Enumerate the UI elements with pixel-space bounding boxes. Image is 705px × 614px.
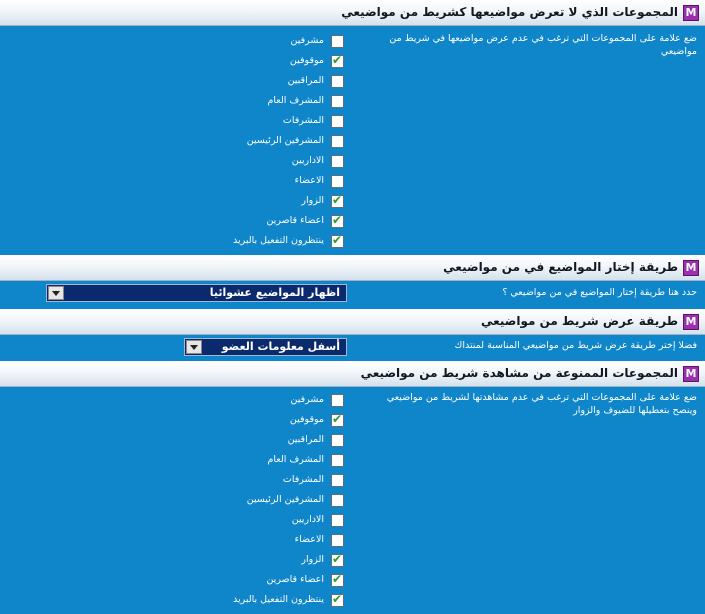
section-description: ضع علامة على المجموعات التي ترغب في عدم … [389, 33, 697, 57]
checkbox-label: الاعضاء [294, 175, 324, 186]
checkmark-icon: ✔ [332, 53, 343, 67]
checkbox-label: اعضاء قاصرين [266, 215, 324, 226]
group-checkbox[interactable]: ✔ [331, 494, 344, 507]
group-checkbox[interactable]: ✔ [331, 115, 344, 128]
checkmark-icon: ✔ [332, 213, 343, 227]
group-checkbox[interactable]: ✔ [331, 434, 344, 447]
group-checkbox[interactable]: ✔ [331, 233, 344, 248]
checkbox-label: المشرف العام [267, 454, 324, 465]
select-value: أسفل معلومات العضو [221, 340, 340, 353]
checkbox-label: الاداريين [291, 514, 324, 525]
dropdown-button[interactable] [186, 340, 202, 354]
checkbox-label: موقوفين [289, 55, 324, 66]
checkbox-label: ينتظرون التفعيل بالبريد [232, 235, 324, 246]
checkmark-icon: ✔ [332, 412, 343, 426]
checkmark-icon: ✔ [332, 233, 343, 247]
chevron-down-icon [52, 291, 60, 296]
checkbox-label: المشرفين الرئيسين [246, 135, 324, 146]
checkmark-icon: ✔ [332, 193, 343, 207]
checkbox-label: المشرف العام [267, 95, 324, 106]
group-checkbox[interactable]: ✔ [331, 412, 344, 427]
selection-method-select[interactable]: اظهار المواضيع عشوائيا [46, 284, 347, 302]
group-checkbox[interactable]: ✔ [331, 175, 344, 188]
section-title: طريقة عرض شريط من مواضيعي [480, 314, 678, 328]
group-checkbox[interactable]: ✔ [331, 552, 344, 567]
section-header-display-method: M طريقة عرض شريط من مواضيعي [0, 309, 705, 335]
checkbox-label: ينتظرون التفعيل بالبريد [232, 594, 324, 605]
section-title: المجموعات الممنوعة من مشاهدة شريط من موا… [360, 366, 678, 380]
group-checkbox[interactable]: ✔ [331, 155, 344, 168]
group-checkbox[interactable]: ✔ [331, 394, 344, 407]
forum-logo-icon: M [683, 5, 699, 21]
section-header-blocked-groups: M المجموعات الممنوعة من مشاهدة شريط من م… [0, 361, 705, 387]
settings-page: M المجموعات الذي لا تعرض مواضيعها كشريط … [0, 0, 705, 614]
checkbox-label: الزوار [301, 195, 324, 206]
section-header-selection-method: M طريقة إختار المواضيع في من مواضيعي [0, 255, 705, 281]
group-checkbox[interactable]: ✔ [331, 514, 344, 527]
checkmark-icon: ✔ [332, 572, 343, 586]
checkbox-label: الزوار [301, 554, 324, 565]
group-checkbox[interactable]: ✔ [331, 135, 344, 148]
group-checkbox[interactable]: ✔ [331, 35, 344, 48]
checkmark-icon: ✔ [332, 552, 343, 566]
forum-logo-icon: M [683, 260, 699, 276]
checkmark-icon: ✔ [332, 592, 343, 606]
group-checkbox[interactable]: ✔ [331, 193, 344, 208]
group-checkbox[interactable]: ✔ [331, 53, 344, 68]
section-title: طريقة إختار المواضيع في من مواضيعي [443, 260, 678, 274]
section-description: ضع علامة على المجموعات التي ترغب في عدم … [386, 392, 697, 416]
forum-logo-icon: M [683, 314, 699, 330]
checkbox-label: المشرفين الرئيسين [246, 494, 324, 505]
select-value: اظهار المواضيع عشوائيا [209, 286, 340, 299]
dropdown-button[interactable] [48, 286, 64, 300]
group-checkbox[interactable]: ✔ [331, 75, 344, 88]
checkbox-label: اعضاء قاصرين [266, 574, 324, 585]
group-checkbox[interactable]: ✔ [331, 572, 344, 587]
checkbox-label: المراقبين [287, 75, 324, 86]
section-description: فضلا إختر طريقة عرض شريط من مواضيعي المن… [454, 340, 697, 351]
group-checkbox[interactable]: ✔ [331, 95, 344, 108]
checkbox-label: المشرفات [282, 474, 324, 485]
group-checkbox[interactable]: ✔ [331, 534, 344, 547]
checkbox-label: موقوفين [289, 414, 324, 425]
chevron-down-icon [190, 345, 198, 350]
group-checkbox[interactable]: ✔ [331, 592, 344, 607]
section-title: المجموعات الذي لا تعرض مواضيعها كشريط من… [341, 5, 678, 19]
section-description: حدد هنا طريقة إختار المواضيع في من مواضي… [502, 287, 697, 298]
checkbox-label: المراقبين [287, 434, 324, 445]
group-checkbox[interactable]: ✔ [331, 474, 344, 487]
display-method-select[interactable]: أسفل معلومات العضو [184, 338, 347, 356]
checkbox-label: مشرفين [290, 394, 324, 405]
group-checkbox[interactable]: ✔ [331, 213, 344, 228]
checkbox-label: المشرفات [282, 115, 324, 126]
checkbox-label: مشرفين [290, 35, 324, 46]
checkbox-label: الاداريين [291, 155, 324, 166]
forum-logo-icon: M [683, 366, 699, 382]
section-header-hidden-groups: M المجموعات الذي لا تعرض مواضيعها كشريط … [0, 0, 705, 26]
checkbox-label: الاعضاء [294, 534, 324, 545]
group-checkbox[interactable]: ✔ [331, 454, 344, 467]
